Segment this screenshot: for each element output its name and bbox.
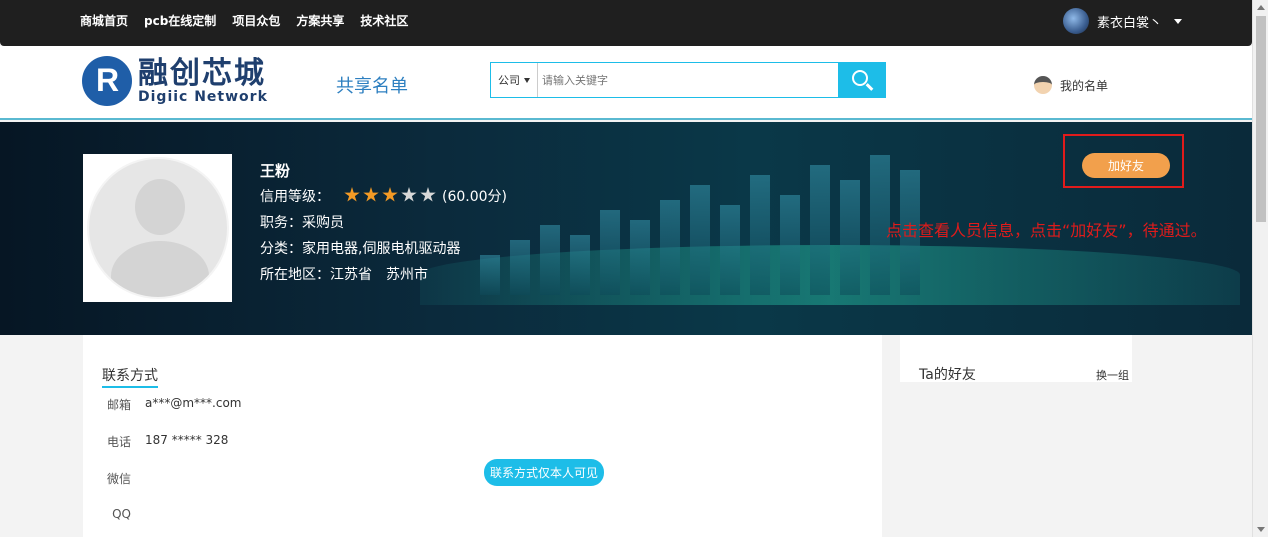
scroll-down-icon[interactable]: [1257, 527, 1265, 532]
profile-position: 职务：采购员: [260, 215, 344, 231]
user-menu[interactable]: 素衣白裳丶: [1062, 8, 1182, 34]
page-scrollbar[interactable]: [1252, 0, 1268, 537]
contact-wechat-row: 微信: [83, 470, 145, 487]
dropdown-arrow-icon: [524, 77, 530, 83]
nav-crowdsourcing[interactable]: 项目众包: [232, 12, 280, 29]
scroll-up-icon[interactable]: [1257, 5, 1265, 10]
email-value: a***@m***.com: [145, 396, 242, 410]
credit-score: (60.00分): [442, 189, 508, 205]
contact-qq-row: QQ: [83, 507, 145, 521]
banner-bars-decoration: [480, 155, 920, 295]
contact-phone-row: 电话 187 ***** 328: [83, 433, 228, 450]
chevron-down-icon: [1174, 18, 1182, 24]
profile-info: 王粉 信用等级： (60.00分) 职务：采购员 分类：家用电器,伺服电机驱动器 …: [260, 158, 507, 288]
top-nav: 商城首页 pcb在线定制 项目众包 方案共享 技术社区: [80, 12, 408, 29]
star-icon: [420, 187, 436, 202]
nav-mall-home[interactable]: 商城首页: [80, 12, 128, 29]
profile-banner: 王粉 信用等级： (60.00分) 职务：采购员 分类：家用电器,伺服电机驱动器 …: [0, 122, 1252, 335]
profile-name: 王粉: [260, 162, 291, 180]
change-group-link[interactable]: 换一组: [1096, 367, 1129, 383]
contact-email-row: 邮箱 a***@m***.com: [83, 396, 242, 413]
qq-label: QQ: [112, 507, 131, 521]
my-list-link[interactable]: 我的名单: [1034, 76, 1108, 94]
logo-text-en: Digiic Network: [138, 89, 268, 105]
wechat-label: 微信: [106, 472, 131, 486]
user-name: 素衣白裳丶: [1096, 15, 1162, 31]
contact-title: 联系方式: [102, 365, 158, 388]
search-bar: 公司: [490, 62, 886, 98]
avatar-placeholder-icon: [86, 157, 229, 299]
search-scope-value: 公司: [498, 74, 520, 87]
profile-category: 分类：家用电器,伺服电机驱动器: [260, 241, 461, 257]
friends-title: Ta的好友: [919, 367, 976, 383]
phone-value: 187 ***** 328: [145, 433, 229, 447]
nav-tech-community[interactable]: 技术社区: [360, 12, 408, 29]
logo-text-cn: 融创芯城: [138, 56, 266, 91]
nav-solution-share[interactable]: 方案共享: [296, 12, 344, 29]
email-label: 邮箱: [106, 398, 131, 412]
header: 融创芯城 Digiic Network 共享名单 公司 我的名单: [0, 46, 1252, 120]
profile-region: 所在地区：江苏省 苏州市: [260, 267, 428, 283]
star-icon: [363, 187, 379, 202]
star-icon: [344, 187, 360, 202]
user-avatar: [1062, 8, 1089, 34]
contact-panel: 联系方式 邮箱 a***@m***.com 电话 187 ***** 328 微…: [83, 335, 882, 537]
annotation-note: 点击查看人员信息，点击“加好友”，待通过。: [886, 221, 1207, 240]
profile-photo: [83, 154, 232, 302]
person-icon: [1034, 76, 1052, 94]
top-bar: 商城首页 pcb在线定制 项目众包 方案共享 技术社区 素衣白裳丶: [0, 0, 1252, 46]
search-button[interactable]: [838, 63, 885, 97]
visibility-badge: 联系方式仅本人可见: [484, 459, 605, 486]
page-section-title: 共享名单: [336, 76, 408, 97]
search-scope-select[interactable]: 公司: [491, 63, 538, 97]
search-input[interactable]: [538, 63, 838, 97]
star-icon: [401, 187, 417, 202]
add-friend-button[interactable]: 加好友: [1082, 153, 1170, 178]
rating-stars: [344, 187, 436, 203]
friends-panel: Ta的好友 换一组: [900, 335, 1132, 383]
scrollbar-thumb[interactable]: [1256, 16, 1266, 222]
nav-pcb-custom[interactable]: pcb在线定制: [144, 12, 216, 29]
credit-label: 信用等级：: [260, 189, 330, 205]
my-list-label: 我的名单: [1060, 78, 1109, 93]
phone-label: 电话: [106, 435, 131, 449]
site-logo[interactable]: 融创芯城 Digiic Network: [82, 56, 268, 106]
credit-rating: 信用等级： (60.00分): [260, 184, 507, 210]
search-icon: [851, 70, 868, 86]
star-icon: [382, 187, 398, 202]
logo-mark-icon: [82, 56, 132, 106]
